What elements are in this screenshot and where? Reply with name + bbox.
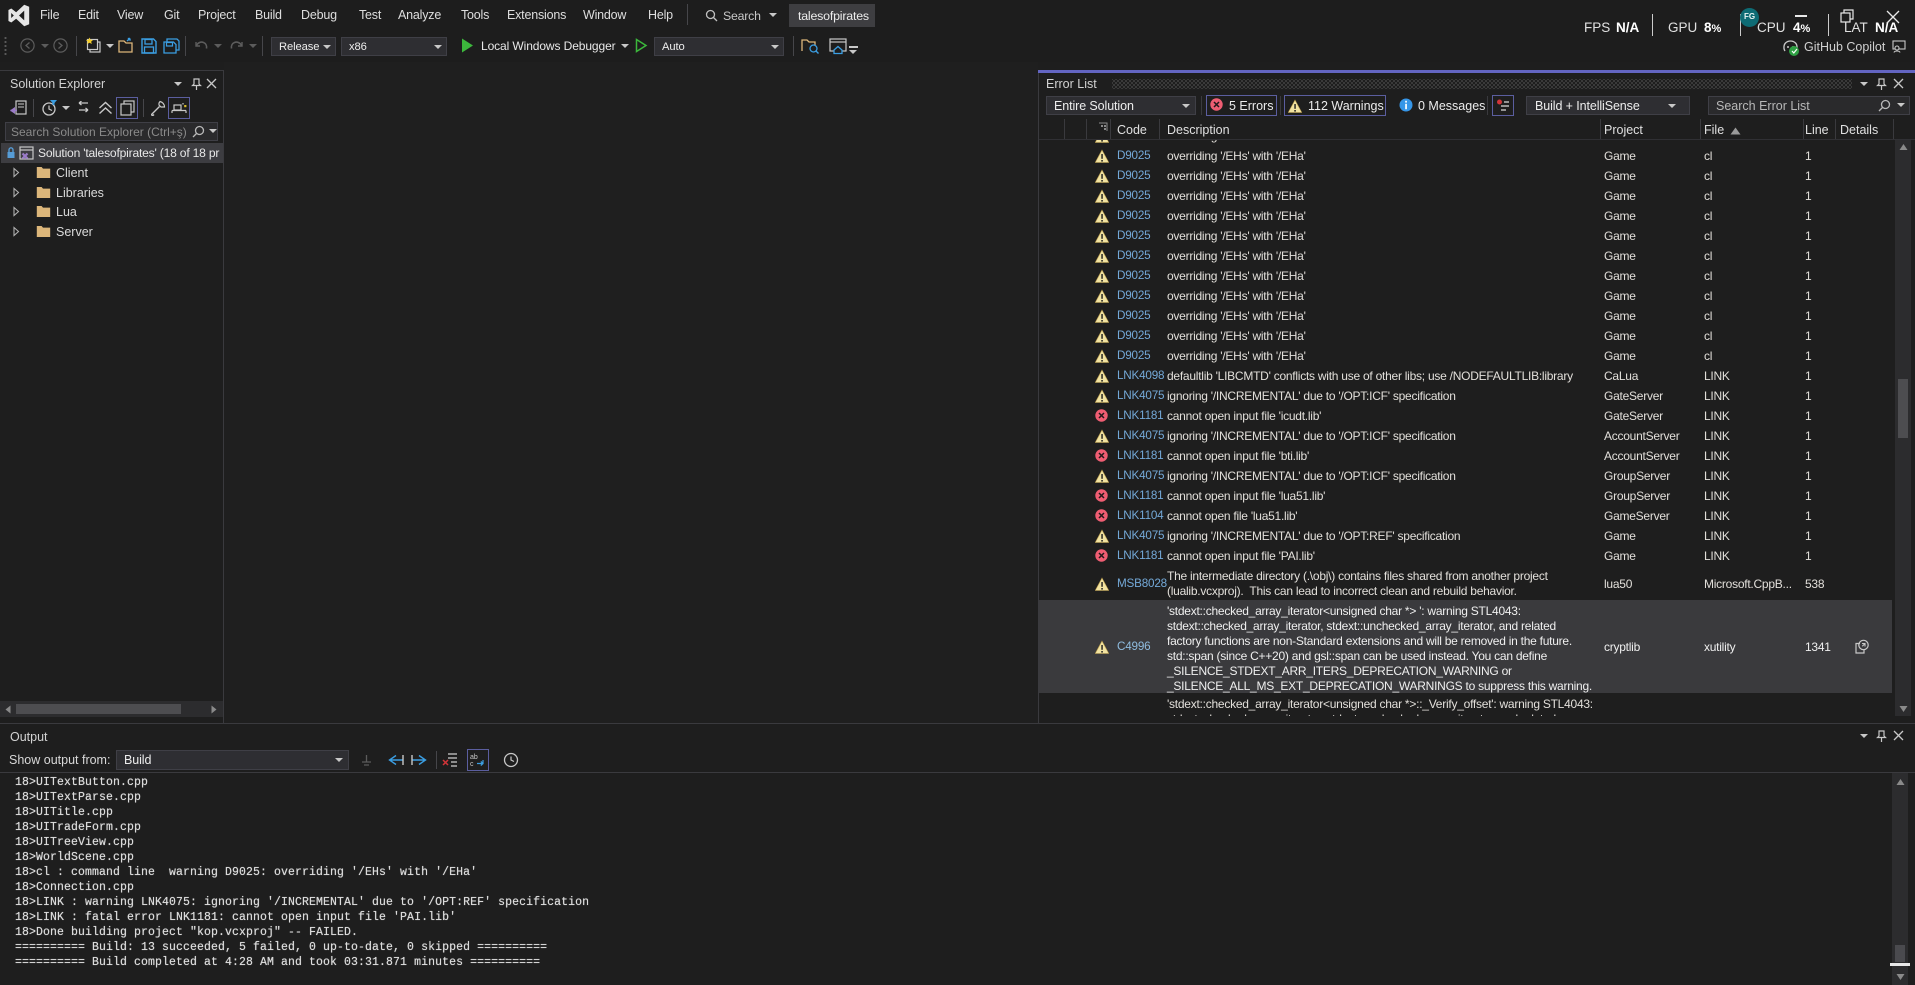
svg-text:c: c — [470, 761, 474, 768]
svg-text:ab: ab — [470, 754, 478, 761]
